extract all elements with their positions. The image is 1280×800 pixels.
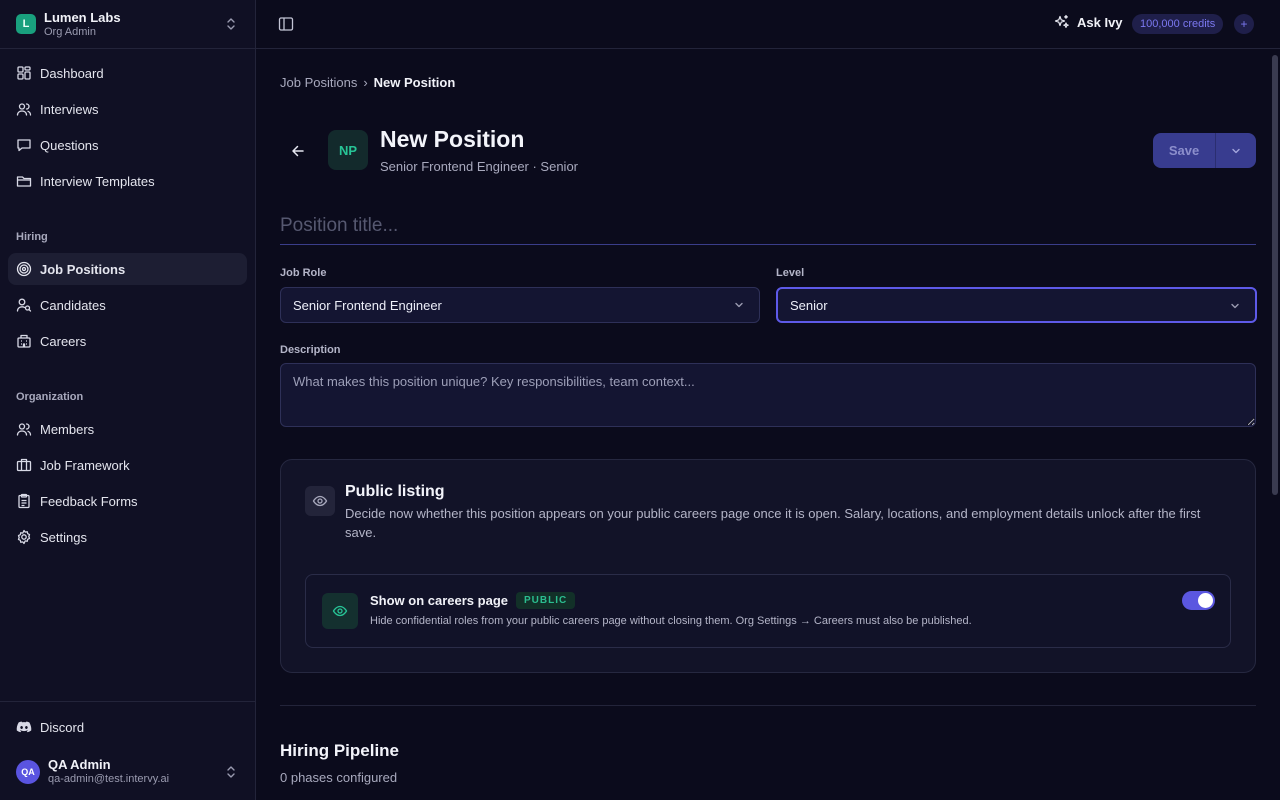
sidebar-item-dashboard[interactable]: Dashboard — [8, 57, 247, 89]
save-options-button[interactable] — [1216, 133, 1256, 168]
public-listing-title: Public listing — [345, 483, 445, 500]
gear-icon — [17, 529, 31, 545]
user-name: QA Admin — [48, 757, 111, 772]
message-icon — [17, 139, 31, 152]
toggle-row-icon-container — [322, 593, 358, 629]
status-badge: PUBLIC — [516, 592, 576, 609]
toggle-knob — [1198, 593, 1213, 608]
job-role-value: Senior Frontend Engineer — [293, 297, 442, 313]
sidebar-item-questions[interactable]: Questions — [8, 129, 247, 161]
sidebar-item-careers[interactable]: Careers — [8, 325, 247, 357]
sidebar-toggle-icon[interactable] — [278, 16, 294, 32]
sidebar-item-label: Job Framework — [40, 457, 130, 473]
briefcase-icon — [16, 458, 32, 472]
job-role-label: Job Role — [280, 267, 327, 279]
sidebar-item-label: Feedback Forms — [40, 493, 138, 509]
description-textarea[interactable] — [280, 363, 1256, 427]
org-switcher[interactable]: L Lumen Labs Org Admin — [0, 0, 255, 49]
card-icon-container — [305, 486, 335, 516]
sidebar-item-candidates[interactable]: Candidates — [8, 289, 247, 321]
chevrons-up-down-icon[interactable] — [224, 764, 238, 780]
level-label: Level — [776, 267, 805, 279]
main-content: Job Positions › New Position NP New Posi… — [256, 49, 1280, 800]
credits-badge: 100,000 credits — [1132, 14, 1224, 34]
avatar[interactable]: QA — [16, 760, 40, 784]
sidebar-item-label: Discord — [40, 719, 85, 735]
save-button-group: Save — [1153, 133, 1256, 168]
sidebar-item-members[interactable]: Members — [8, 413, 247, 445]
org-logo: L — [16, 14, 36, 34]
position-title-input[interactable] — [280, 207, 1256, 245]
chevron-down-icon — [1232, 148, 1240, 153]
sparkles-icon — [1054, 14, 1069, 28]
job-role-select[interactable]: Senior Frontend Engineer — [280, 287, 760, 323]
level-select[interactable]: Senior — [776, 287, 1257, 323]
eye-icon — [312, 495, 328, 507]
breadcrumb: Job Positions › New Position — [280, 75, 455, 90]
sidebar-item-label: Settings — [40, 529, 87, 545]
show-on-careers-toggle[interactable] — [1182, 591, 1215, 610]
page-title: New Position — [380, 126, 525, 152]
org-name: Lumen Labs — [44, 10, 121, 25]
users-icon — [16, 103, 32, 116]
public-listing-card: Public listing Decide now whether this p… — [280, 459, 1256, 673]
level-value: Senior — [790, 297, 828, 313]
chevrons-up-down-icon — [227, 18, 235, 30]
chevron-down-icon — [735, 302, 743, 308]
sidebar-item-label: Interview Templates — [40, 173, 155, 189]
careers-page-toggle-row: Show on careers page PUBLIC Hide confide… — [305, 574, 1231, 648]
sidebar-item-settings[interactable]: Settings — [8, 521, 247, 553]
folder-icon — [16, 176, 32, 187]
sidebar: L Lumen Labs Org Admin Dashboard Intervi… — [0, 0, 256, 800]
user-email: qa-admin@test.intervy.ai — [48, 773, 170, 785]
user-search-icon — [16, 298, 32, 312]
sidebar-item-label: Candidates — [40, 297, 106, 313]
users-icon — [16, 423, 32, 436]
page-subtitle: Senior Frontend Engineer · Senior — [380, 159, 579, 174]
toggle-description: Hide confidential roles from your public… — [370, 615, 972, 627]
public-listing-description: Decide now whether this position appears… — [345, 506, 1201, 540]
sidebar-item-label: Job Positions — [40, 261, 126, 277]
sidebar-item-interview-templates[interactable]: Interview Templates — [8, 165, 247, 197]
sidebar-item-job-framework[interactable]: Job Framework — [8, 449, 247, 481]
chevron-down-icon — [1231, 303, 1239, 309]
breadcrumb-separator: › — [363, 75, 368, 90]
section-label-organization: Organization — [16, 391, 84, 403]
ask-ivy-label: Ask Ivy — [1077, 14, 1123, 30]
position-initials-badge: NP — [328, 130, 368, 170]
scrollbar[interactable] — [1272, 55, 1278, 495]
breadcrumb-current: New Position — [373, 75, 456, 90]
sidebar-item-feedback-forms[interactable]: Feedback Forms — [8, 485, 247, 517]
sidebar-item-label: Questions — [40, 137, 99, 153]
sidebar-item-discord[interactable]: Discord — [8, 711, 247, 743]
sidebar-item-interviews[interactable]: Interviews — [8, 93, 247, 125]
eye-icon — [332, 605, 348, 617]
sidebar-item-label: Careers — [40, 333, 87, 349]
breadcrumb-parent[interactable]: Job Positions — [280, 75, 357, 90]
description-label: Description — [280, 344, 341, 356]
section-divider — [280, 705, 1256, 706]
save-button[interactable]: Save — [1153, 133, 1215, 168]
hiring-pipeline-subtitle: 0 phases configured — [280, 770, 398, 785]
add-credits-button[interactable]: + — [1234, 14, 1254, 34]
back-arrow-icon[interactable] — [288, 141, 308, 161]
section-label-hiring: Hiring — [16, 231, 48, 243]
org-role: Org Admin — [44, 26, 96, 38]
dashboard-icon — [17, 66, 31, 80]
target-icon — [16, 261, 32, 277]
sidebar-item-label: Dashboard — [40, 65, 104, 81]
hiring-pipeline-title: Hiring Pipeline — [280, 741, 400, 760]
ask-ivy-button[interactable]: Ask Ivy — [1054, 14, 1123, 30]
sidebar-item-label: Interviews — [40, 101, 99, 117]
sidebar-item-job-positions[interactable]: Job Positions — [8, 253, 247, 285]
clipboard-icon — [18, 493, 30, 509]
sidebar-item-label: Members — [40, 421, 95, 437]
toggle-title: Show on careers page — [370, 593, 508, 608]
building-icon — [17, 334, 31, 348]
discord-icon — [16, 721, 32, 733]
topbar: Ask Ivy 100,000 credits + — [256, 0, 1280, 49]
sidebar-footer: Discord QA QA Admin qa-admin@test.interv… — [0, 701, 255, 800]
